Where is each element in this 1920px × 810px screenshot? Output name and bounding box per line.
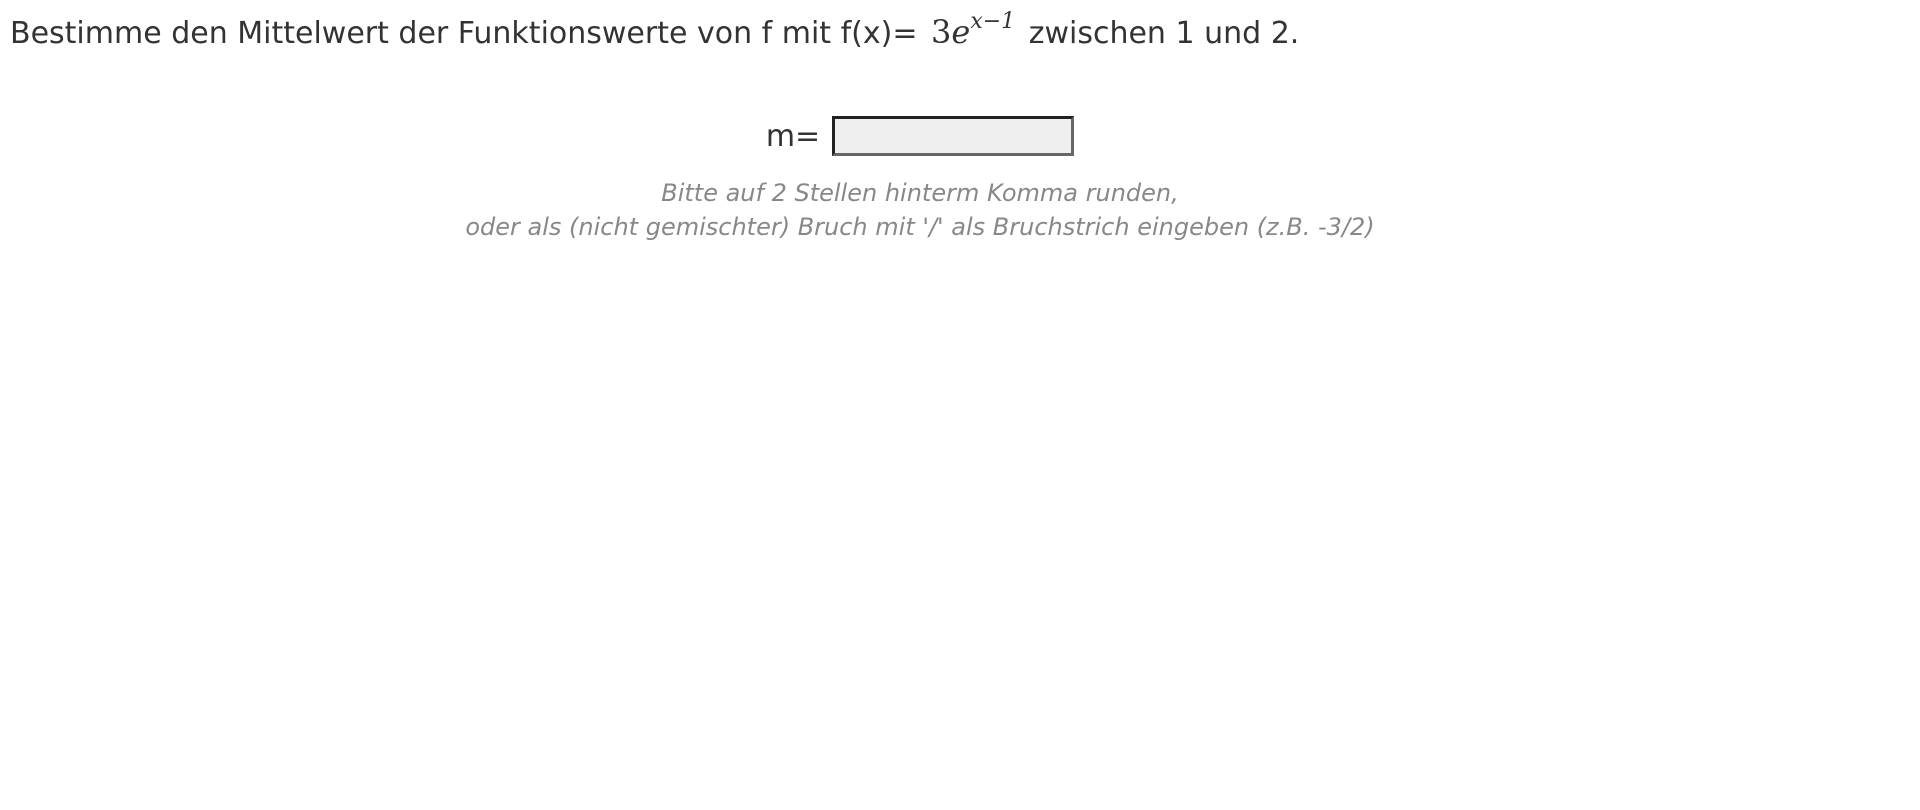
function-formula: 3ex−1 xyxy=(927,11,1019,52)
answer-row: m= xyxy=(0,116,1840,156)
hint-line-2: oder als (nicht gemischter) Bruch mit '/… xyxy=(465,213,1375,241)
input-hint: Bitte auf 2 Stellen hinterm Komma runden… xyxy=(0,176,1840,244)
formula-exponent: x−1 xyxy=(970,9,1016,34)
hint-line-1: Bitte auf 2 Stellen hinterm Komma runden… xyxy=(661,179,1179,207)
formula-base: e xyxy=(951,13,971,51)
task-statement: Bestimme den Mittelwert der Funktionswer… xyxy=(10,11,1300,54)
answer-label: m= xyxy=(765,118,821,154)
task-prefix: Bestimme den Mittelwert der Funktionswer… xyxy=(10,16,918,51)
answer-input[interactable] xyxy=(832,116,1075,156)
task-suffix: zwischen 1 und 2. xyxy=(1028,16,1300,51)
formula-coefficient: 3 xyxy=(931,13,952,51)
